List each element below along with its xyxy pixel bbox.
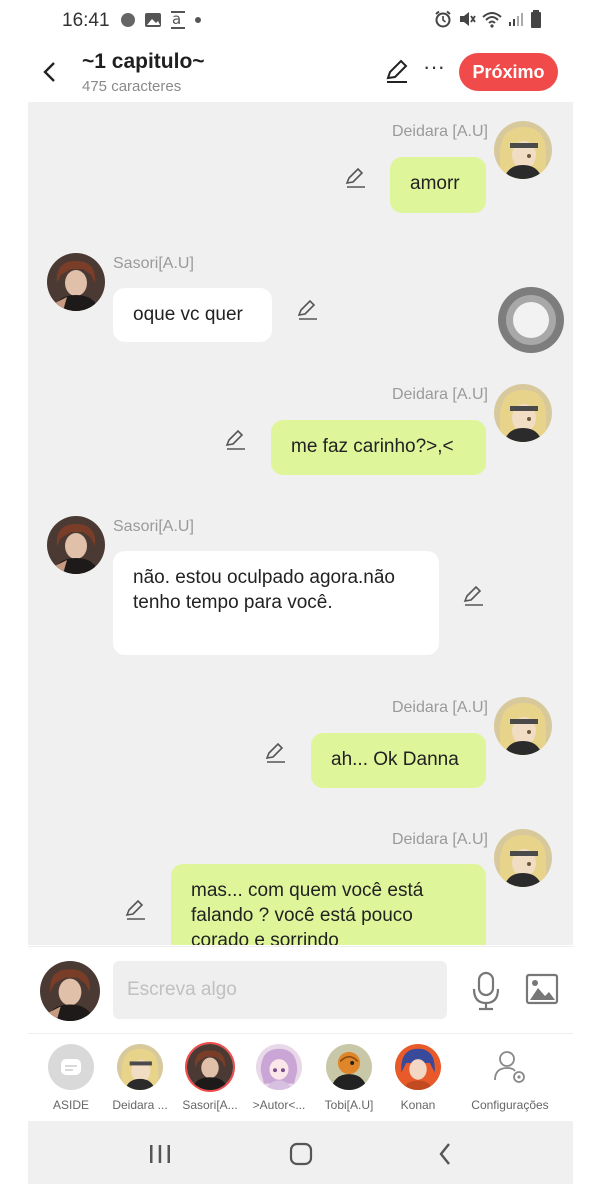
autor-avatar <box>256 1044 302 1090</box>
settings-icon-wrap <box>487 1044 533 1090</box>
status-time: 16:41 <box>62 10 110 31</box>
message-bubble[interactable]: mas... com quem você está falando ? você… <box>171 864 486 945</box>
settings-item[interactable]: Configurações <box>470 1044 550 1118</box>
avatar-deidara[interactable] <box>494 121 552 179</box>
record-icon <box>121 13 135 27</box>
character-label: Konan <box>400 1098 436 1112</box>
alarm-icon <box>435 10 451 28</box>
avatar-sasori[interactable] <box>47 516 105 574</box>
sasori-avatar <box>187 1044 233 1090</box>
character-tobi[interactable]: Tobi[A.U] <box>314 1044 384 1118</box>
sender-name: Deidara [A.U] <box>391 386 488 403</box>
floating-action-button[interactable] <box>498 287 564 353</box>
chapter-title[interactable]: ~1 capitulo~ <box>82 50 205 74</box>
user-settings-icon <box>494 1051 525 1083</box>
message-bubble[interactable]: ah... Ok Danna <box>311 733 486 788</box>
back-button[interactable] <box>36 58 64 86</box>
wifi-icon <box>482 12 502 28</box>
recent-apps-button[interactable] <box>145 1139 175 1169</box>
microphone-button[interactable] <box>471 971 501 1011</box>
next-button[interactable]: Próximo <box>459 53 558 91</box>
character-aside[interactable]: ASIDE <box>36 1044 106 1118</box>
home-icon <box>289 1142 313 1166</box>
mute-icon <box>460 12 476 26</box>
recent-apps-icon <box>150 1145 170 1163</box>
tobi-avatar <box>326 1044 372 1090</box>
sender-name: Deidara [A.U] <box>391 831 488 848</box>
pencil-icon[interactable] <box>264 741 288 765</box>
translate-icon: a <box>171 10 185 29</box>
chat-bubble-icon <box>61 1059 81 1075</box>
battery-icon <box>531 10 541 28</box>
character-label: Configurações <box>471 1098 549 1112</box>
pencil-icon[interactable] <box>224 428 248 452</box>
character-konan[interactable]: Konan <box>383 1044 453 1118</box>
system-back-button[interactable] <box>430 1139 460 1169</box>
deidara-avatar <box>117 1044 163 1090</box>
character-selector: ASIDE Deidara ... Sasori[A... >Autor<...… <box>28 1033 573 1121</box>
current-character-avatar[interactable] <box>40 961 100 1021</box>
image-icon <box>525 973 559 1005</box>
compose-bar <box>28 946 573 1032</box>
character-count: 475 caracteres <box>82 78 182 95</box>
chevron-left-icon <box>43 62 55 82</box>
message-bubble[interactable]: amorr <box>390 157 486 213</box>
edit-button[interactable] <box>384 58 412 86</box>
chat-area[interactable]: Deidara [A.U] amorr Sasori[A.U] oque vc … <box>28 102 573 945</box>
character-label: Sasori[A... <box>182 1098 238 1112</box>
home-button[interactable] <box>286 1139 316 1169</box>
message-bubble[interactable]: oque vc quer <box>113 288 272 342</box>
sender-name: Deidara [A.U] <box>391 699 488 716</box>
dot-icon <box>195 17 201 23</box>
avatar-deidara[interactable] <box>494 829 552 887</box>
character-deidara[interactable]: Deidara ... <box>105 1044 175 1118</box>
more-options-button[interactable]: ··· <box>422 56 446 84</box>
character-label: >Autor<... <box>252 1098 306 1112</box>
system-navigation-bar <box>28 1121 573 1184</box>
konan-avatar <box>395 1044 441 1090</box>
microphone-icon <box>472 971 500 1011</box>
status-bar: 16:41 a <box>0 0 600 42</box>
message-input[interactable] <box>113 961 447 1019</box>
back-arrow-icon <box>439 1143 450 1165</box>
avatar-sasori[interactable] <box>47 253 105 311</box>
character-sasori[interactable]: Sasori[A... <box>175 1044 245 1118</box>
status-icons-left: a <box>120 10 202 30</box>
status-icons-right <box>434 10 542 28</box>
insert-image-button[interactable] <box>525 973 559 1005</box>
message-bubble[interactable]: me faz carinho?>,< <box>271 420 486 475</box>
chapter-header: ~1 capitulo~ 475 caracteres ··· Próximo <box>28 42 573 102</box>
character-label: ASIDE <box>52 1098 89 1112</box>
gallery-icon <box>145 13 161 27</box>
character-label: Deidara ... <box>112 1098 168 1112</box>
message-bubble[interactable]: não. estou oculpado agora.não tenho temp… <box>113 551 439 655</box>
sender-name: Sasori[A.U] <box>113 255 194 272</box>
pencil-icon[interactable] <box>462 584 486 608</box>
avatar-deidara[interactable] <box>494 697 552 755</box>
character-autor[interactable]: >Autor<... <box>244 1044 314 1118</box>
aside-avatar <box>48 1044 94 1090</box>
floating-core <box>513 302 549 338</box>
pencil-icon[interactable] <box>344 166 368 190</box>
avatar-deidara[interactable] <box>494 384 552 442</box>
sender-name: Sasori[A.U] <box>113 518 194 535</box>
pencil-icon[interactable] <box>296 298 320 322</box>
pencil-icon <box>386 59 408 83</box>
sender-name: Deidara [A.U] <box>391 123 488 140</box>
pencil-icon[interactable] <box>124 898 148 922</box>
signal-icon <box>509 13 523 26</box>
character-label: Tobi[A.U] <box>324 1098 374 1112</box>
